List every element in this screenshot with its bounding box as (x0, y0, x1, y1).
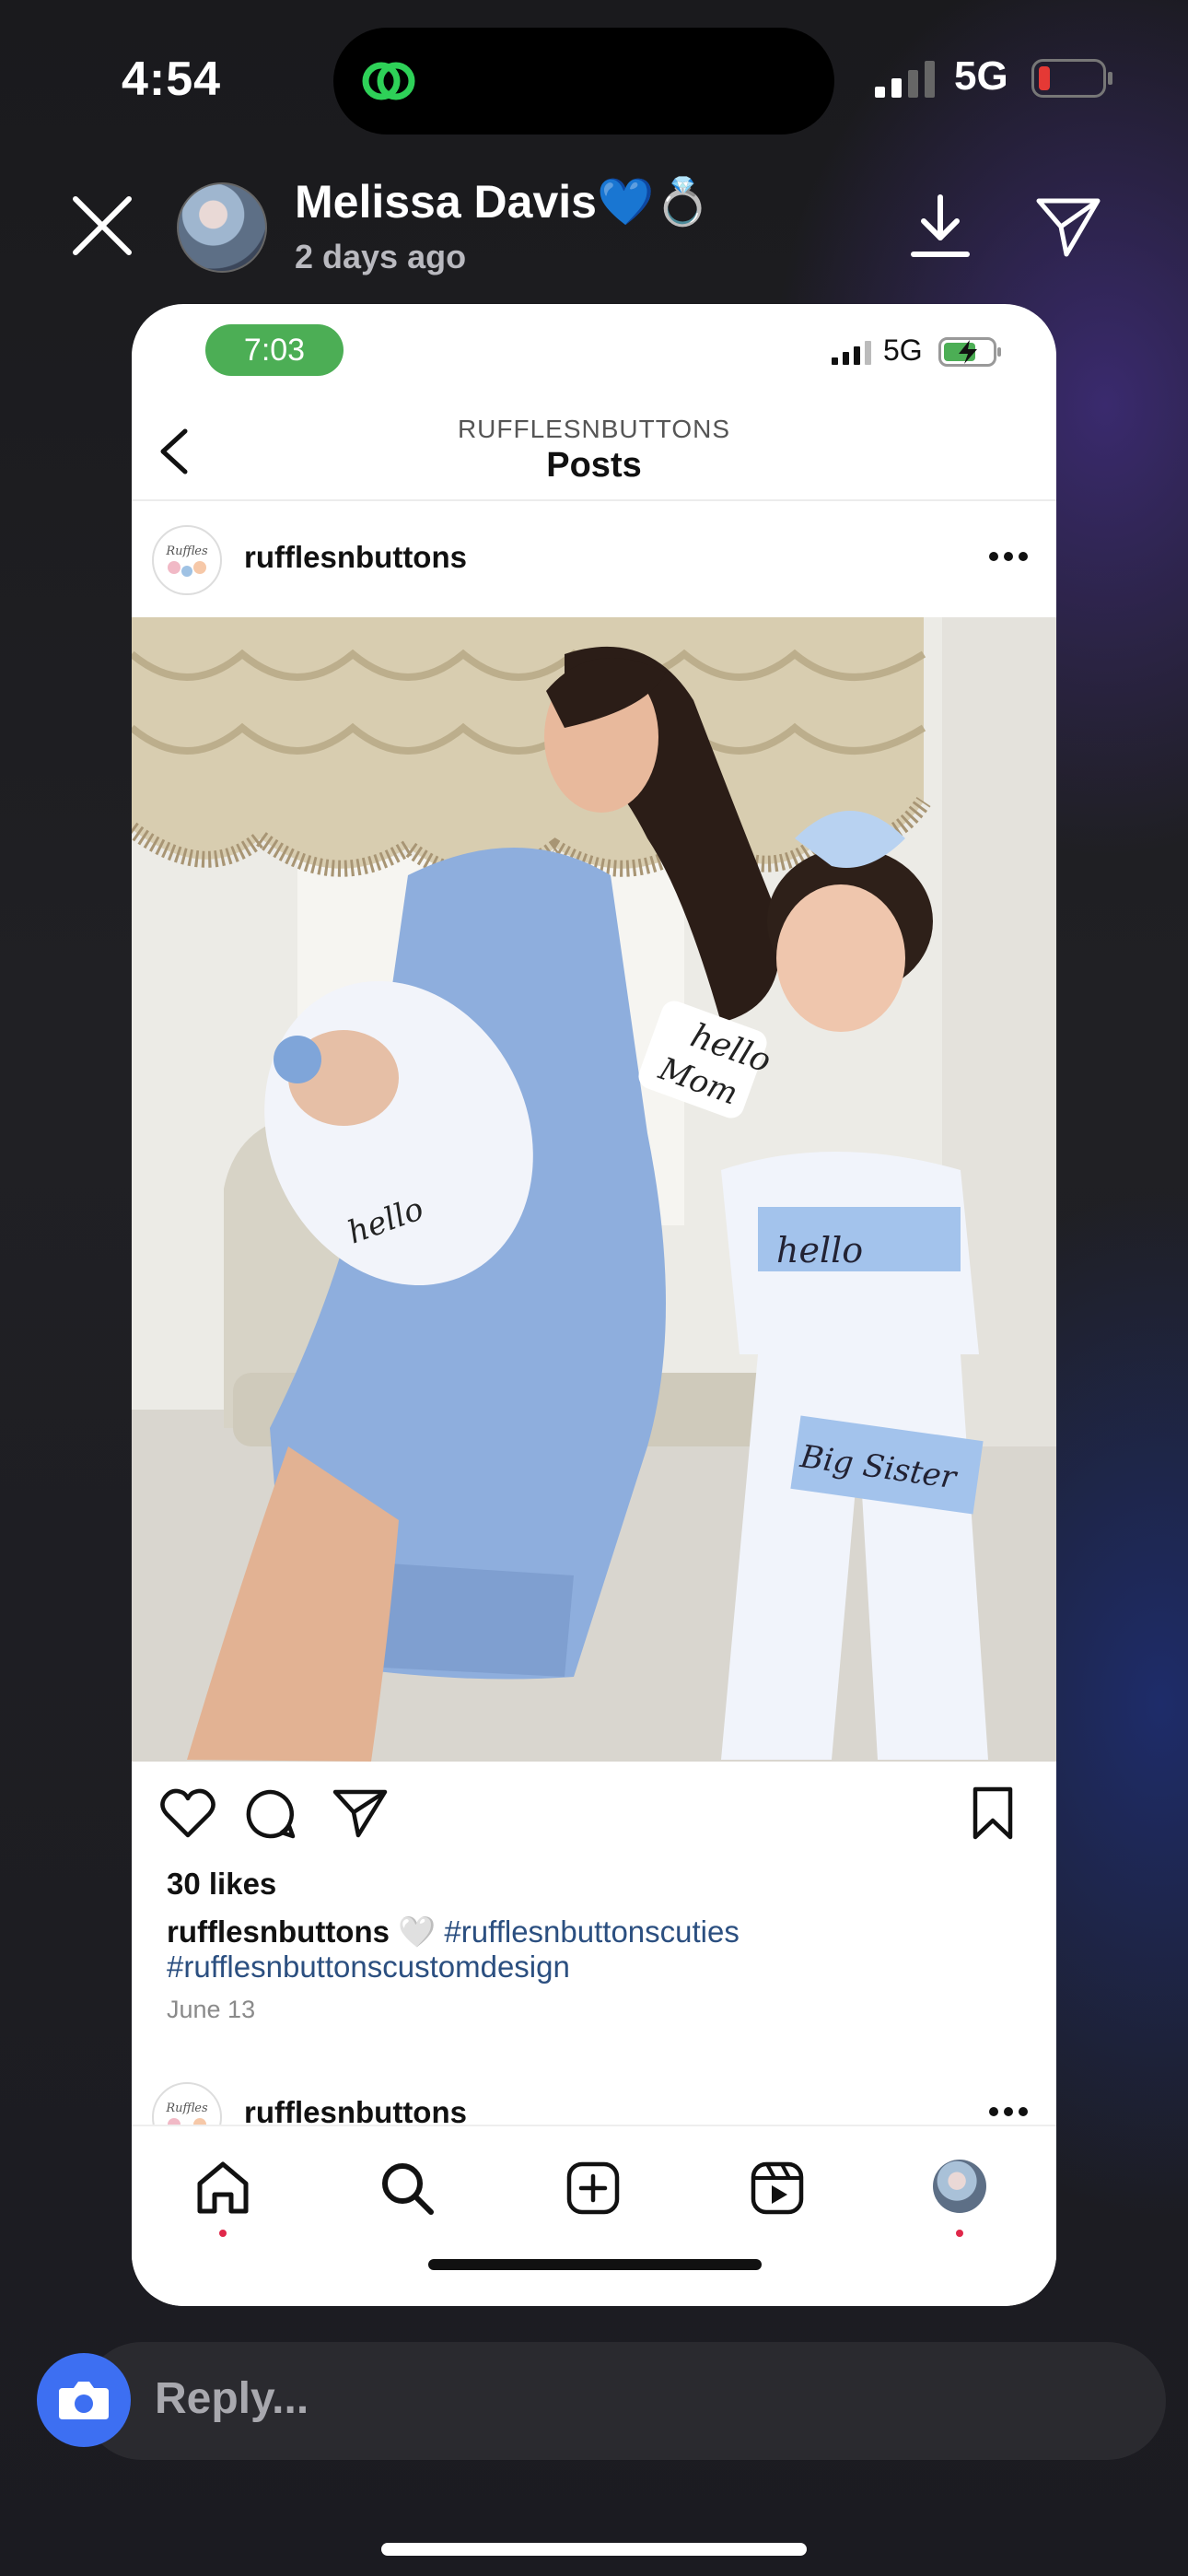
search-icon[interactable] (379, 2160, 436, 2217)
account-subtitle: RUFFLESNBUTTONS (457, 415, 731, 443)
inner-battery-charging-icon (938, 337, 1001, 367)
home-indicator[interactable] (381, 2543, 807, 2556)
download-icon[interactable] (910, 193, 971, 260)
close-icon[interactable] (70, 193, 134, 258)
hashtag-cuties[interactable]: #rufflesnbuttonscuties (444, 1914, 739, 1949)
story-timestamp: 2 days ago (295, 238, 467, 275)
share-send-icon[interactable] (332, 1787, 388, 1839)
reels-icon[interactable] (749, 2160, 806, 2217)
photo-illustration: hello hello Mom hello Big Sister (132, 617, 1056, 1762)
blue-heart-emoji: 💙 (596, 176, 655, 228)
camera-icon (59, 2382, 109, 2419)
inner-status-time: 7:03 (205, 324, 344, 376)
ring-emoji: 💍 (654, 176, 712, 228)
post-avatar[interactable]: Ruffles (152, 525, 222, 595)
dynamic-island[interactable] (333, 28, 834, 135)
signal-icon (875, 61, 935, 98)
like-count[interactable]: 30 likes (167, 1867, 276, 1902)
svg-text:Ruffles: Ruffles (165, 2102, 208, 2115)
more-options-icon[interactable] (988, 2106, 1029, 2117)
post-photo[interactable]: hello hello Mom hello Big Sister (132, 617, 1056, 1762)
create-icon[interactable] (565, 2160, 622, 2217)
battery-low-icon (1031, 59, 1112, 98)
like-heart-icon[interactable] (159, 1787, 216, 1839)
inner-network-label: 5G (883, 334, 923, 367)
status-time: 4:54 (122, 53, 222, 106)
username-text: Melissa Davis (295, 176, 597, 228)
profile-notification-dot (956, 2230, 963, 2237)
story-username[interactable]: Melissa Davis💙💍 (295, 175, 712, 229)
page-title: Posts (546, 446, 642, 485)
inner-home-indicator (428, 2259, 762, 2270)
post-caption: rufflesnbuttons 🤍 #rufflesnbuttonscuties… (167, 1914, 1023, 1985)
comment-icon[interactable] (244, 1787, 297, 1841)
photo-text-hello-girl: hello (776, 1230, 863, 1270)
more-options-icon[interactable] (988, 551, 1029, 562)
post-date: June 13 (167, 1996, 256, 2023)
network-label: 5G (954, 53, 1008, 99)
story-avatar[interactable] (177, 182, 267, 273)
reply-placeholder: Reply... (155, 2374, 309, 2423)
bookmark-icon[interactable] (970, 1786, 1016, 1841)
shared-screenshot: 7:03 5G RUFFLESNBUTTONS Posts Ruffles ru… (132, 304, 1056, 2306)
profile-avatar[interactable] (933, 2160, 986, 2213)
inner-signal-icon (832, 341, 871, 365)
hashtag-customdesign[interactable]: #rufflesnbuttonscustomdesign (167, 1950, 570, 1984)
camera-button[interactable] (37, 2353, 131, 2447)
ruffles-logo-icon: Ruffles (156, 529, 218, 591)
svg-text:Ruffles: Ruffles (165, 544, 208, 558)
post-username[interactable]: rufflesnbuttons (244, 540, 467, 575)
divider (132, 499, 1056, 501)
device-status-bar: 4:54 5G (0, 0, 1188, 161)
home-notification-dot (219, 2230, 227, 2237)
white-heart-emoji: 🤍 (398, 1914, 437, 1949)
tab-bar (132, 2125, 1056, 2306)
caption-username[interactable]: rufflesnbuttons (167, 1914, 390, 1949)
send-icon[interactable] (1035, 195, 1101, 258)
call-active-icon (362, 62, 415, 100)
home-icon[interactable] (194, 2160, 251, 2217)
